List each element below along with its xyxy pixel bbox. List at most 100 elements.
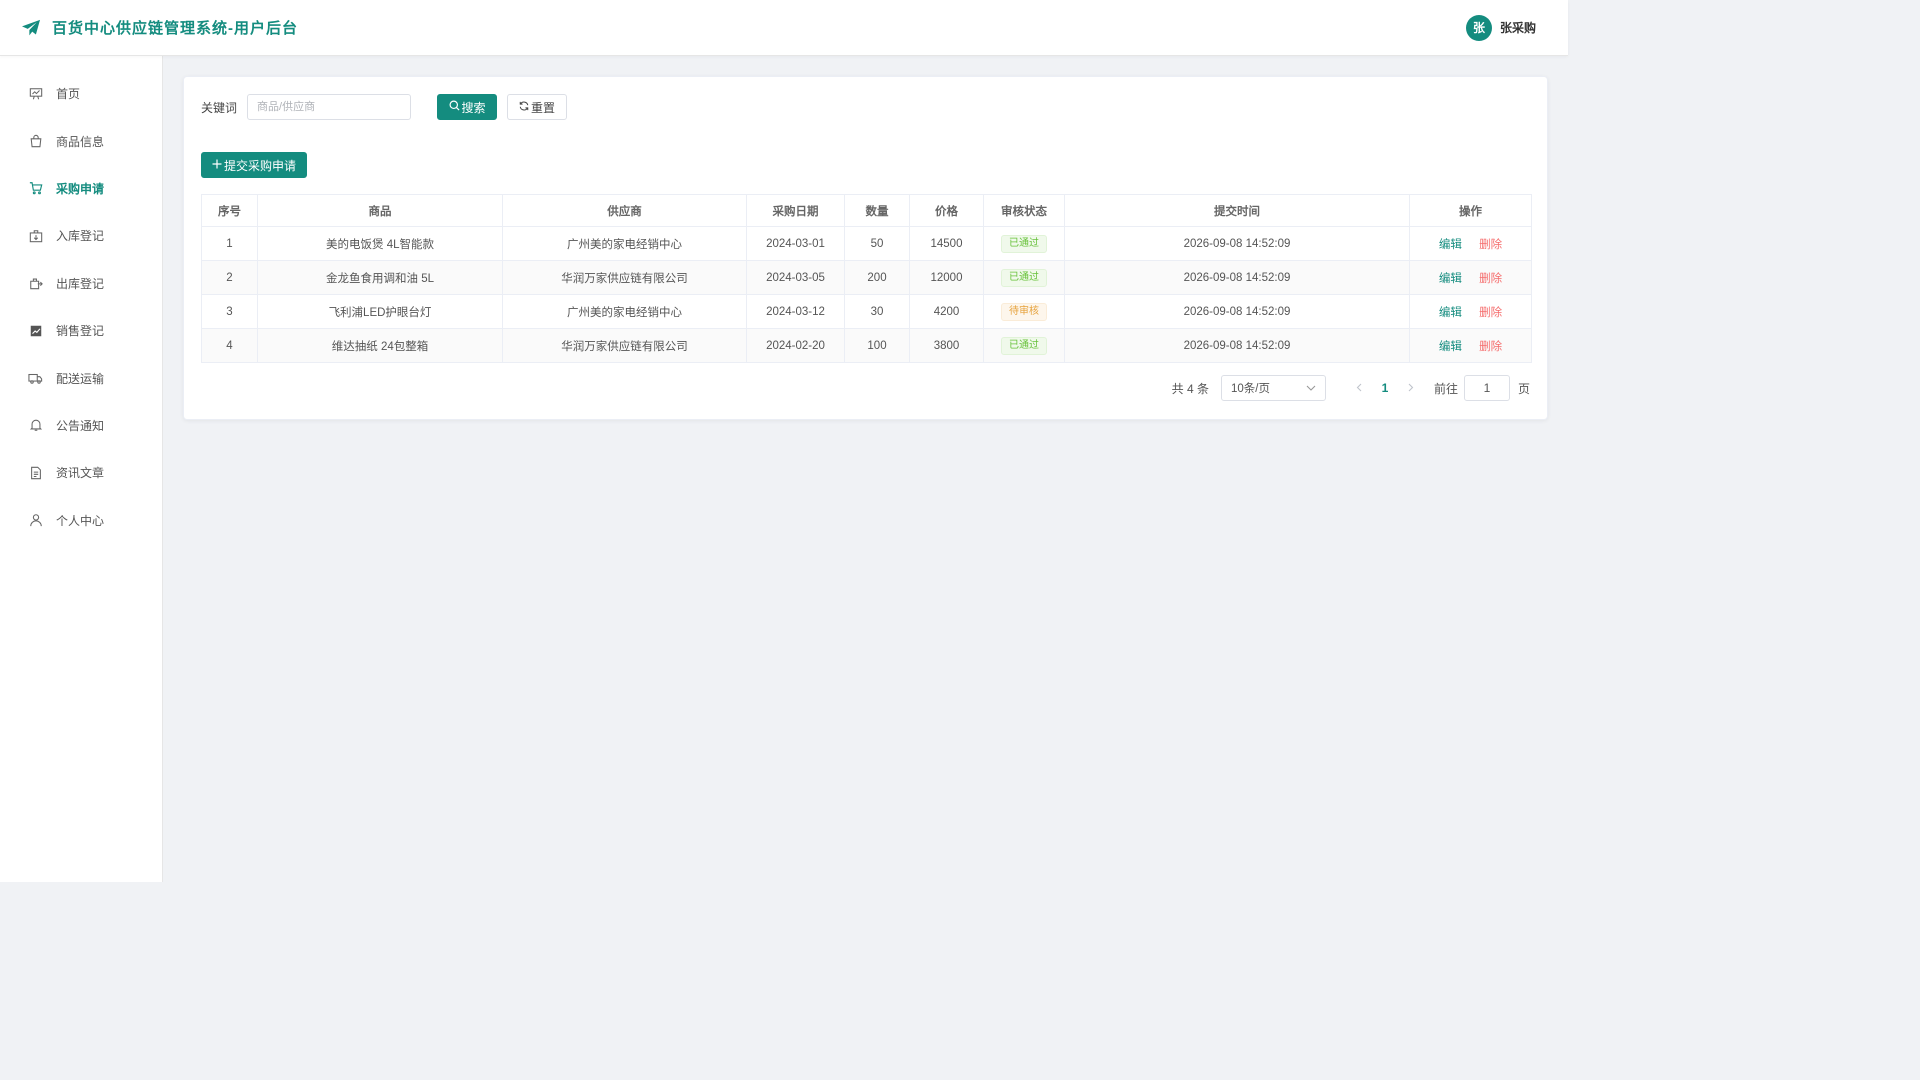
chevron-down-icon: [1306, 382, 1316, 394]
delete-link[interactable]: 删除: [1479, 307, 1502, 319]
prev-page-button[interactable]: [1346, 381, 1372, 395]
edit-link[interactable]: 编辑: [1439, 341, 1462, 353]
cell-index: 4: [201, 328, 258, 363]
cell-product: 美的电饭煲 4L智能款: [257, 226, 503, 261]
sidebar-item-label: 个人中心: [56, 513, 105, 528]
app-title: 百货中心供应链管理系统-用户后台: [52, 20, 298, 37]
add-purchase-button[interactable]: 提交采购申请: [201, 152, 307, 178]
cell-date: 2024-03-12: [746, 294, 845, 329]
delete-link[interactable]: 删除: [1479, 273, 1502, 285]
cell-quantity: 30: [844, 294, 910, 329]
main-card: 关键词 搜索 重置 提交采购申请 序号: [183, 76, 1548, 420]
cell-date: 2024-03-01: [746, 226, 845, 261]
column-header: 商品: [257, 194, 503, 227]
sidebar-item-home[interactable]: 首页: [0, 70, 162, 117]
column-header: 操作: [1409, 194, 1532, 227]
table-row: 1 美的电饭煲 4L智能款 广州美的家电经销中心 2024-03-01 50 1…: [201, 226, 1532, 261]
sidebar-item-purchase[interactable]: 采购申请: [0, 165, 162, 212]
cell-supplier: 华润万家供应链有限公司: [502, 328, 747, 363]
cell-quantity: 100: [844, 328, 910, 363]
plus-icon: [212, 158, 222, 172]
refresh-icon: [519, 100, 529, 114]
bell-icon: [28, 418, 43, 433]
top-header: 百货中心供应链管理系统-用户后台 张 张采购: [0, 0, 1568, 56]
add-purchase-label: 提交采购申请: [223, 158, 296, 173]
reset-button-label: 重置: [531, 100, 556, 115]
table-row: 3 飞利浦LED护眼台灯 广州美的家电经销中心 2024-03-12 30 42…: [201, 294, 1532, 329]
user-icon: [28, 513, 43, 528]
pagination: 共 4 条 10条/页 1 前往 页: [1172, 375, 1530, 401]
column-header: 审核状态: [983, 194, 1065, 227]
table-row: 2 金龙鱼食用调和油 5L 华润万家供应链有限公司 2024-03-05 200…: [201, 260, 1532, 295]
cell-date: 2024-02-20: [746, 328, 845, 363]
cell-product: 维达抽纸 24包整箱: [257, 328, 503, 363]
status-badge: 已通过: [1001, 336, 1047, 355]
next-page-button[interactable]: [1398, 381, 1424, 395]
shopping-bag-icon: [28, 134, 43, 149]
cell-index: 1: [201, 226, 258, 261]
edit-link[interactable]: 编辑: [1439, 273, 1462, 285]
goto-page-input[interactable]: [1463, 375, 1510, 401]
sidebar-item-label: 首页: [56, 87, 81, 102]
sidebar-item-stock-out[interactable]: 出库登记: [0, 260, 162, 307]
sidebar-item-label: 入库登记: [56, 229, 105, 244]
sidebar-item-products[interactable]: 商品信息: [0, 117, 162, 164]
truck-icon: [28, 371, 43, 386]
edit-link[interactable]: 编辑: [1439, 307, 1462, 319]
total-count: 共 4 条: [1171, 381, 1209, 396]
box-out-icon: [28, 276, 43, 291]
column-header: 数量: [844, 194, 910, 227]
status-badge: 已通过: [1001, 268, 1047, 287]
cell-status: 已通过: [983, 260, 1065, 295]
cell-submitted: 2026-09-08 14:52:09: [1064, 294, 1410, 329]
shopping-cart-icon: [28, 181, 43, 196]
cell-price: 14500: [909, 226, 984, 261]
cell-index: 3: [201, 294, 258, 329]
sidebar-item-sales[interactable]: 销售登记: [0, 307, 162, 354]
cell-quantity: 200: [844, 260, 910, 295]
sidebar: 首页 商品信息 采购申请 入库登记 出库登记 销售登记 配送运输 公告通知 资讯…: [0, 56, 163, 882]
status-badge: 待审核: [1001, 302, 1047, 321]
purchase-table: 序号 商品 供应商 采购日期 数量 价格 审核状态 提交时间 操作 1 美的电饭…: [201, 194, 1532, 363]
cell-quantity: 50: [844, 226, 910, 261]
sidebar-item-notices[interactable]: 公告通知: [0, 402, 162, 449]
cell-date: 2024-03-05: [746, 260, 845, 295]
cell-submitted: 2026-09-08 14:52:09: [1064, 226, 1410, 261]
presentation-icon: [28, 86, 43, 101]
cell-actions: 编辑 删除: [1409, 226, 1532, 261]
user-menu[interactable]: 张 张采购: [1465, 14, 1536, 41]
reset-button[interactable]: 重置: [507, 94, 568, 120]
search-button[interactable]: 搜索: [437, 94, 498, 120]
table-header-row: 序号 商品 供应商 采购日期 数量 价格 审核状态 提交时间 操作: [201, 194, 1532, 227]
sidebar-item-label: 采购申请: [56, 181, 105, 196]
status-badge: 已通过: [1001, 234, 1047, 253]
cell-submitted: 2026-09-08 14:52:09: [1064, 260, 1410, 295]
edit-link[interactable]: 编辑: [1439, 239, 1462, 251]
search-button-label: 搜索: [461, 100, 486, 115]
box-in-icon: [28, 228, 43, 243]
column-header: 供应商: [502, 194, 747, 227]
avatar[interactable]: 张: [1465, 14, 1492, 41]
cell-status: 待审核: [983, 294, 1065, 329]
sidebar-item-profile[interactable]: 个人中心: [0, 497, 162, 544]
sidebar-item-label: 配送运输: [56, 371, 105, 386]
cell-actions: 编辑 删除: [1409, 294, 1532, 329]
delete-link[interactable]: 删除: [1479, 239, 1502, 251]
page-number-current[interactable]: 1: [1372, 381, 1398, 395]
search-bar: 关键词 搜索 重置: [201, 94, 568, 120]
sidebar-item-label: 销售登记: [56, 324, 105, 339]
column-header: 序号: [201, 194, 258, 227]
cell-price: 3800: [909, 328, 984, 363]
page-size-select[interactable]: 10条/页: [1220, 375, 1326, 401]
sidebar-item-stock-in[interactable]: 入库登记: [0, 212, 162, 259]
delete-link[interactable]: 删除: [1479, 341, 1502, 353]
sidebar-item-articles[interactable]: 资讯文章: [0, 449, 162, 496]
sidebar-item-delivery[interactable]: 配送运输: [0, 354, 162, 401]
page-size-value: 10条/页: [1230, 383, 1270, 395]
cell-actions: 编辑 删除: [1409, 260, 1532, 295]
search-input[interactable]: [247, 94, 412, 120]
user-name[interactable]: 张采购: [1500, 19, 1536, 36]
table-row: 4 维达抽纸 24包整箱 华润万家供应链有限公司 2024-02-20 100 …: [201, 328, 1532, 363]
column-header: 提交时间: [1064, 194, 1410, 227]
sidebar-item-label: 出库登记: [56, 276, 105, 291]
